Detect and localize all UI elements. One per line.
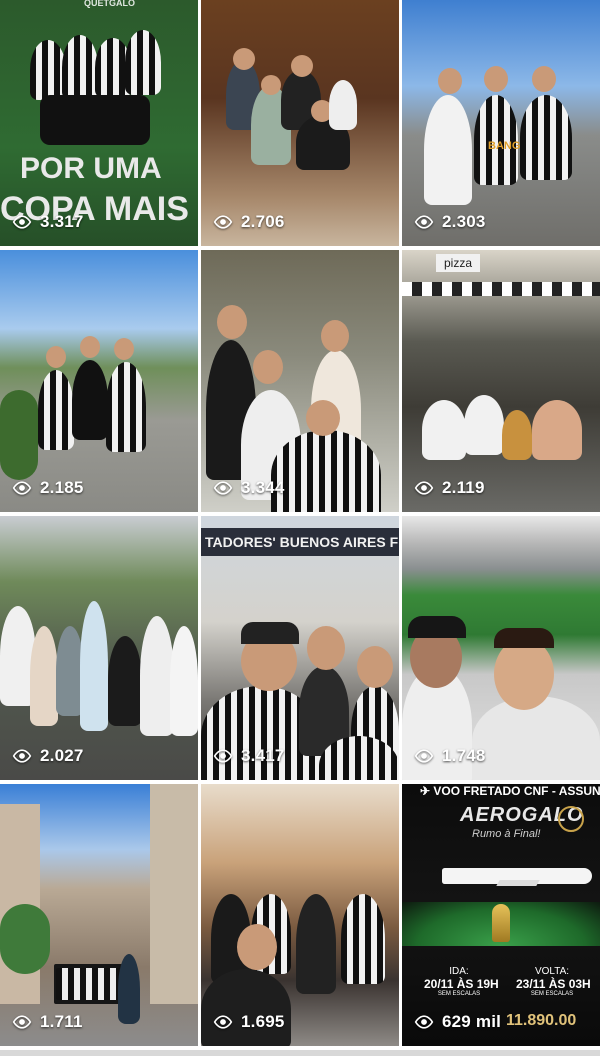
poster-price: 11.890.00 [506, 1012, 577, 1029]
poster-top-line: ✈ VOO FRETADO CNF - ASSUNÇÃO [420, 784, 600, 798]
ida-note: SEM ESCALAS [437, 991, 481, 997]
trophy-badge-icon [558, 806, 584, 832]
reel-tile-4[interactable]: 2.185 [0, 250, 198, 512]
next-row-strip [0, 1050, 600, 1056]
poster-ida: IDA: 20/11 ÀS 19H SEM ESCALAS [424, 966, 499, 997]
ida-date: 20/11 ÀS 19H [424, 977, 499, 991]
view-count-label: 3.417 [241, 746, 285, 765]
view-count-label: 3.317 [40, 212, 84, 231]
poster-tagline: Rumo à Final! [472, 828, 541, 840]
reel-tile-3[interactable]: BANG 2.303 [402, 0, 600, 246]
view-count: 1.748 [414, 746, 486, 766]
reel-tile-12[interactable]: ✈ VOO FRETADO CNF - ASSUNÇÃO AEROGALO Ru… [402, 784, 600, 1046]
view-count: 2.185 [12, 478, 84, 498]
reel-tile-7[interactable]: 2.027 [0, 516, 198, 780]
view-count-label: 2.119 [442, 478, 485, 497]
airplane-wing [496, 880, 540, 886]
view-count: 3.344 [213, 478, 285, 498]
reel-tile-1[interactable]: QUETGALO POR UMA COPA MAIS 3.317 [0, 0, 198, 246]
view-count: 1.711 [12, 1012, 83, 1032]
stadium-banner: TADORES' BUENOS AIRES FINA [201, 528, 399, 556]
eye-icon [414, 1015, 434, 1029]
view-count: 1.695 [213, 1012, 285, 1032]
view-count-label: 629 mil [442, 1012, 502, 1031]
view-count-label: 1.748 [442, 746, 486, 765]
poster-volta: VOLTA: 23/11 ÀS 03H SEM ESCALAS [516, 966, 591, 997]
view-count: 3.317 [12, 212, 84, 232]
volta-label: VOLTA: [534, 966, 570, 977]
reel-tile-10[interactable]: 1.711 [0, 784, 198, 1046]
view-count: 629 mil [414, 1012, 501, 1032]
view-count: 2.303 [414, 212, 486, 232]
eye-icon [12, 1015, 32, 1029]
eye-icon [213, 1015, 233, 1029]
eye-icon [12, 749, 32, 763]
reel-tile-11[interactable]: 1.695 [201, 784, 399, 1046]
reel-tile-2[interactable]: 2.706 [201, 0, 399, 246]
view-count-label: 2.185 [40, 478, 84, 497]
view-count-label: 2.027 [40, 746, 84, 765]
eye-icon [414, 481, 434, 495]
eye-icon [213, 481, 233, 495]
reel-tile-5[interactable]: 3.344 [201, 250, 399, 512]
view-count-label: 2.706 [241, 212, 285, 231]
restaurant-sign: pizza [436, 254, 481, 272]
eye-icon [414, 749, 434, 763]
reel-tile-9[interactable]: 1.748 [402, 516, 600, 780]
view-count: 2.706 [213, 212, 285, 232]
trophy-icon [492, 904, 510, 942]
tile-top-text: QUETGALO [84, 0, 135, 8]
view-count: 2.027 [12, 746, 84, 766]
volta-date: 23/11 ÀS 03H [516, 977, 591, 991]
eye-icon [414, 215, 434, 229]
reel-tile-8[interactable]: TADORES' BUENOS AIRES FINA 3.417 [201, 516, 399, 780]
eye-icon [213, 215, 233, 229]
view-count: 3.417 [213, 746, 285, 766]
eye-icon [12, 215, 32, 229]
volta-note: SEM ESCALAS [530, 991, 574, 997]
view-count: 2.119 [414, 478, 485, 498]
eye-icon [213, 749, 233, 763]
reels-grid: QUETGALO POR UMA COPA MAIS 3.317 2.706 B… [0, 0, 600, 1056]
tile-headline-1: POR UMA [20, 152, 162, 185]
ida-label: IDA: [449, 966, 469, 977]
airplane-icon: ✈ [420, 784, 434, 798]
view-count-label: 1.695 [241, 1012, 285, 1031]
view-count-label: 2.303 [442, 212, 486, 231]
reel-tile-6[interactable]: pizza 2.119 [402, 250, 600, 512]
shirt-text: BANG [488, 140, 521, 152]
eye-icon [12, 481, 32, 495]
view-count-label: 3.344 [241, 478, 285, 497]
poster-top-text: VOO FRETADO CNF - ASSUNÇÃO [433, 784, 600, 798]
view-count-label: 1.711 [40, 1012, 83, 1031]
